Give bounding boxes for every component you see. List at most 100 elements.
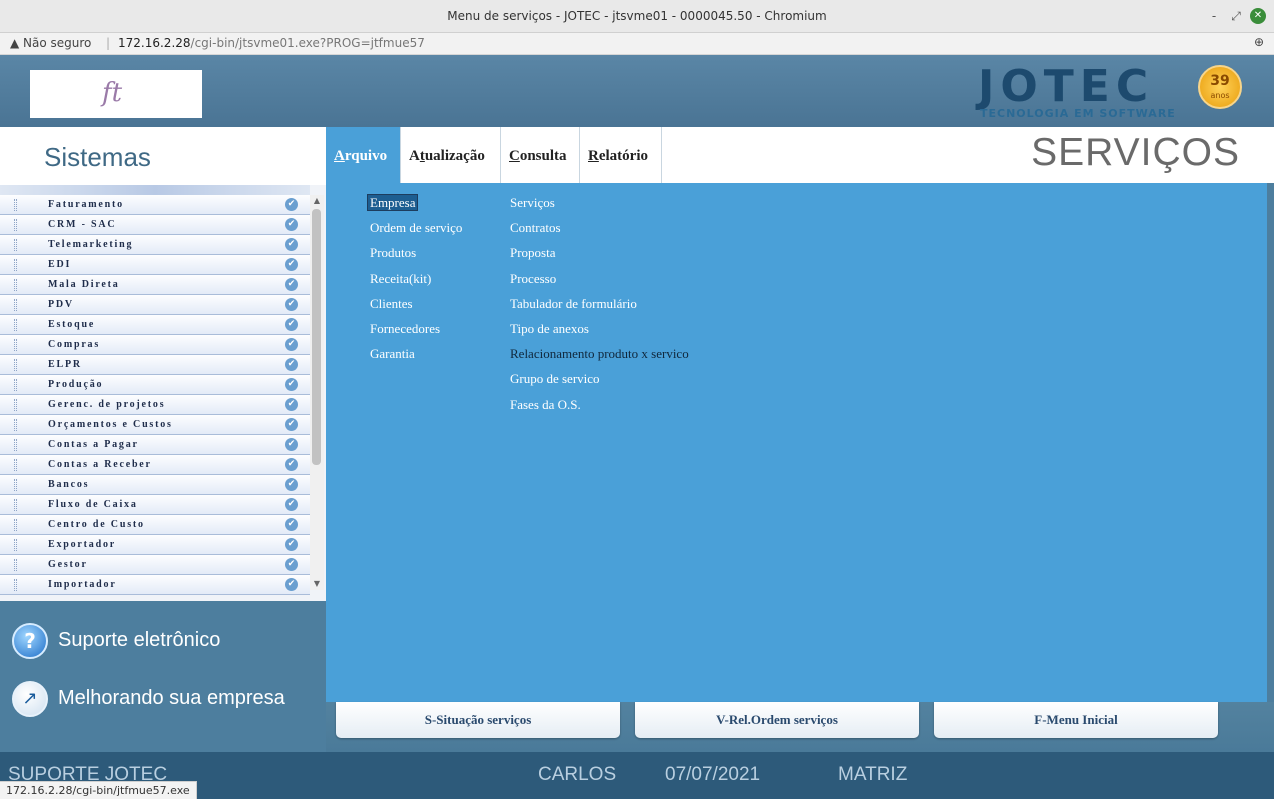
submenu-option[interactable]: Clientes <box>370 294 462 319</box>
drag-handle-icon[interactable] <box>14 399 17 411</box>
drag-handle-icon[interactable] <box>14 539 17 551</box>
submenu-option[interactable]: Receita(kit) <box>370 269 462 294</box>
url-text[interactable]: 172.16.2.28/cgi-bin/jtsvme01.exe?PROG=jt… <box>118 36 425 50</box>
sidebar-item[interactable]: Exportador ✔ <box>0 535 310 555</box>
drag-handle-icon[interactable] <box>14 439 17 451</box>
menu-arquivo[interactable]: Arquivo <box>326 127 401 183</box>
sidebar-item[interactable]: Estoque ✔ <box>0 315 310 335</box>
drag-handle-icon[interactable] <box>14 459 17 471</box>
sidebar-item[interactable]: EDI ✔ <box>0 255 310 275</box>
sidebar-item[interactable]: Contas a Pagar ✔ <box>0 435 310 455</box>
sidebar-item[interactable]: CRM - SAC ✔ <box>0 215 310 235</box>
submenu-option[interactable]: Serviços <box>510 193 689 218</box>
drag-handle-icon[interactable] <box>14 519 17 531</box>
drag-handle-icon[interactable] <box>14 219 17 231</box>
sidebar-item[interactable]: PDV ✔ <box>0 295 310 315</box>
submenu-column-1: Empresa Ordem de serviço Produtos Receita(k… <box>367 193 462 369</box>
submenu-option[interactable]: Contratos <box>510 218 689 243</box>
module-title: SERVIÇOS <box>1031 131 1240 174</box>
sidebar-systems: Faturamento ✔ CRM - SAC ✔ Telemarketing ✔ EDI ✔… <box>0 185 326 601</box>
submenu-option[interactable]: Tipo de anexos <box>510 319 689 344</box>
close-icon[interactable]: ✕ <box>1250 8 1266 24</box>
submenu-option[interactable]: Grupo de servico <box>510 369 689 394</box>
drag-handle-icon[interactable] <box>14 279 17 291</box>
zoom-icon[interactable]: ⊕ <box>1254 35 1264 49</box>
minimize-icon[interactable]: - <box>1206 8 1222 24</box>
sidebar-item[interactable]: Gerenc. de projetos ✔ <box>0 395 310 415</box>
submenu-option[interactable]: Fases da O.S. <box>510 395 689 420</box>
sidebar-item[interactable]: Centro de Custo ✔ <box>0 515 310 535</box>
submenu-option[interactable]: Processo <box>510 269 689 294</box>
drag-handle-icon[interactable] <box>14 379 17 391</box>
sidebar-item-label: Importador <box>48 579 117 590</box>
sidebar-item[interactable]: Fluxo de Caixa ✔ <box>0 495 310 515</box>
submenu-option[interactable]: Ordem de serviço <box>370 218 462 243</box>
rel-ordem-servicos-button[interactable]: V-Rel.Ordem serviços <box>635 702 919 738</box>
arquivo-submenu: Empresa Ordem de serviço Produtos Receita(k… <box>326 183 1267 702</box>
address-bar[interactable]: ▲ Não seguro | 172.16.2.28/cgi-bin/jtsvm… <box>0 33 1274 55</box>
footer-user: CARLOS <box>538 764 617 785</box>
drag-handle-icon[interactable] <box>14 199 17 211</box>
sidebar-item[interactable]: Telemarketing ✔ <box>0 235 310 255</box>
improve-link[interactable]: ↗ Melhorando sua empresa <box>12 681 312 721</box>
sidebar-item[interactable]: Orçamentos e Custos ✔ <box>0 415 310 435</box>
scroll-up-icon[interactable]: ▲ <box>310 195 324 207</box>
improve-link-label: Melhorando sua empresa <box>58 687 285 709</box>
scroll-down-icon[interactable]: ▼ <box>310 578 324 590</box>
drag-handle-icon[interactable] <box>14 479 17 491</box>
drag-handle-icon[interactable] <box>14 339 17 351</box>
url-host: 172.16.2.28 <box>118 36 191 50</box>
submenu-option[interactable]: Produtos <box>370 243 462 268</box>
submenu-option-label: Proposta <box>510 245 556 261</box>
scroll-thumb[interactable] <box>312 209 321 465</box>
drag-handle-icon[interactable] <box>14 239 17 251</box>
submenu-option[interactable]: Relacionamento produto x servico <box>510 344 689 369</box>
drag-handle-icon[interactable] <box>14 319 17 331</box>
submenu-option[interactable]: Proposta <box>510 243 689 268</box>
sidebar-item[interactable]: Compras ✔ <box>0 335 310 355</box>
drag-handle-icon[interactable] <box>14 299 17 311</box>
sidebar-item[interactable]: Mala Direta ✔ <box>0 275 310 295</box>
help-icon: ? <box>12 623 48 659</box>
sidebar-links: ? Suporte eletrônico ↗ Melhorando sua em… <box>0 601 326 753</box>
sidebar-item[interactable]: Faturamento ✔ <box>0 195 310 215</box>
submenu-option[interactable]: Fornecedores <box>370 319 462 344</box>
drag-handle-icon[interactable] <box>14 419 17 431</box>
sidebar-item[interactable]: Bancos ✔ <box>0 475 310 495</box>
drag-handle-icon[interactable] <box>14 259 17 271</box>
sidebar-item[interactable]: Produção ✔ <box>0 375 310 395</box>
support-link[interactable]: ? Suporte eletrônico <box>12 623 312 663</box>
sidebar-item[interactable]: Importador ✔ <box>0 575 310 595</box>
check-icon: ✔ <box>285 538 298 551</box>
situacao-servicos-button[interactable]: S-Situação serviços <box>336 702 620 738</box>
menu-consulta[interactable]: Consulta <box>501 127 580 183</box>
menu-atualizacao[interactable]: Atualização <box>401 127 501 183</box>
check-icon: ✔ <box>285 338 298 351</box>
submenu-option-label: Tipo de anexos <box>510 320 589 336</box>
sidebar-item[interactable]: Contas a Receber ✔ <box>0 455 310 475</box>
submenu-option[interactable]: Tabulador de formulário <box>510 294 689 319</box>
growth-chart-icon: ↗ <box>12 681 48 717</box>
not-secure-indicator[interactable]: ▲ Não seguro <box>10 36 91 50</box>
menu-relatorio[interactable]: Relatório <box>580 127 662 183</box>
submenu-option-label: Produtos <box>370 245 417 261</box>
menu-bar: Arquivo Atualização Consulta Relatório S… <box>326 127 1274 183</box>
sidebar-item-label: Compras <box>48 339 101 350</box>
sidebar-item[interactable]: ELPR ✔ <box>0 355 310 375</box>
sistemas-header: Sistemas <box>0 127 326 185</box>
maximize-icon[interactable]: ⤢ <box>1228 8 1244 24</box>
sidebar-item-label: Contas a Pagar <box>48 439 139 450</box>
sidebar-item[interactable]: Gestor ✔ <box>0 555 310 575</box>
footer-date: 07/07/2021 <box>665 764 761 785</box>
drag-handle-icon[interactable] <box>14 499 17 511</box>
drag-handle-icon[interactable] <box>14 559 17 571</box>
sidebar-item-label: Mala Direta <box>48 279 120 290</box>
submenu-option[interactable]: Empresa <box>367 193 462 218</box>
drag-handle-icon[interactable] <box>14 359 17 371</box>
drag-handle-icon[interactable] <box>14 579 17 591</box>
menu-inicial-button[interactable]: F-Menu Inicial <box>934 702 1218 738</box>
footer-branch: MATRIZ <box>838 764 908 785</box>
submenu-option[interactable]: Garantia <box>370 344 462 369</box>
check-icon: ✔ <box>285 218 298 231</box>
sidebar-scrollbar[interactable]: ▲ ▼ <box>310 195 324 590</box>
